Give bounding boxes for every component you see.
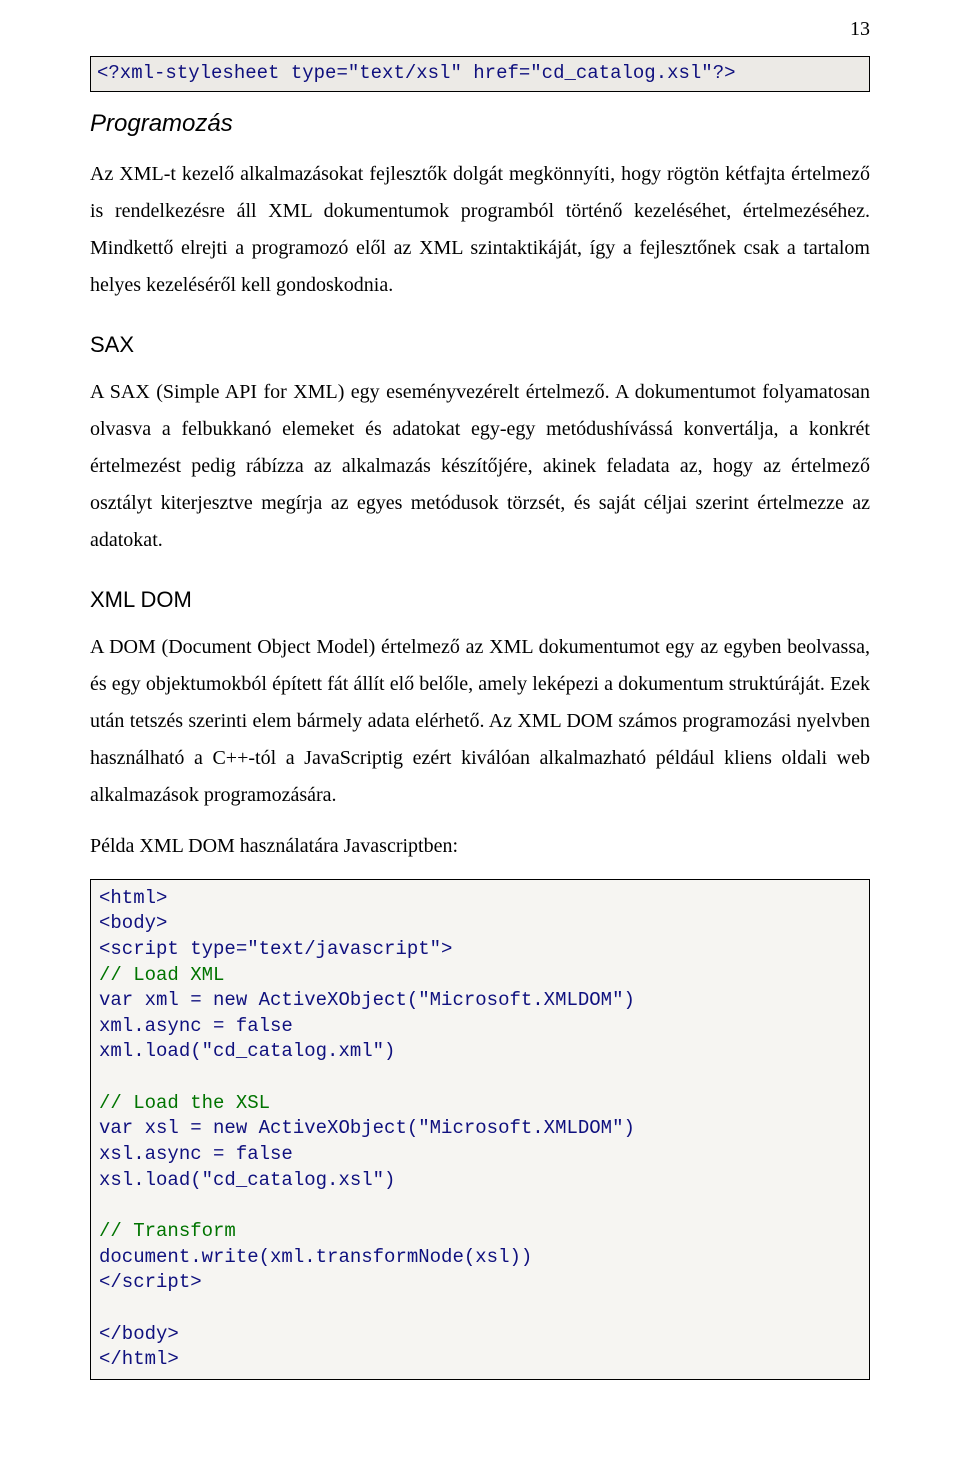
- paragraph-dom-2: Példa XML DOM használatára Javascriptben…: [90, 828, 870, 865]
- paragraph-sax: A SAX (Simple API for XML) egy eseményve…: [90, 374, 870, 559]
- code-block-xsl-stylesheet: <?xml-stylesheet type="text/xsl" href="c…: [90, 56, 870, 92]
- heading-xml-dom: XML DOM: [90, 587, 870, 613]
- code-line: xsl.async = false: [99, 1143, 293, 1165]
- code-line: var xml = new ActiveXObject("Microsoft.X…: [99, 989, 635, 1011]
- page-number: 13: [850, 18, 870, 41]
- code-comment: // Load XML: [99, 964, 224, 986]
- code-line: <script type="text/javascript">: [99, 938, 452, 960]
- heading-sax: SAX: [90, 332, 870, 358]
- code-block-javascript-dom: <html> <body> <script type="text/javascr…: [90, 879, 870, 1380]
- document-page: 13 <?xml-stylesheet type="text/xsl" href…: [0, 0, 960, 1458]
- paragraph-programozas: Az XML-t kezelő alkalmazásokat fejlesztő…: [90, 156, 870, 304]
- code-line: </script>: [99, 1271, 202, 1293]
- paragraph-dom-1: A DOM (Document Object Model) értelmező …: [90, 629, 870, 814]
- code-line: </html>: [99, 1348, 179, 1370]
- code-comment: // Transform: [99, 1220, 236, 1242]
- code-line: xml.async = false: [99, 1015, 293, 1037]
- code-line: xml.load("cd_catalog.xml"): [99, 1040, 395, 1062]
- code-comment: // Load the XSL: [99, 1092, 270, 1114]
- heading-programozas: Programozás: [90, 110, 870, 138]
- code-line: var xsl = new ActiveXObject("Microsoft.X…: [99, 1117, 635, 1139]
- code-line: <body>: [99, 912, 167, 934]
- code-line: </body>: [99, 1323, 179, 1345]
- code-line: <html>: [99, 887, 167, 909]
- code-line: xsl.load("cd_catalog.xsl"): [99, 1169, 395, 1191]
- code-line: document.write(xml.transformNode(xsl)): [99, 1246, 532, 1268]
